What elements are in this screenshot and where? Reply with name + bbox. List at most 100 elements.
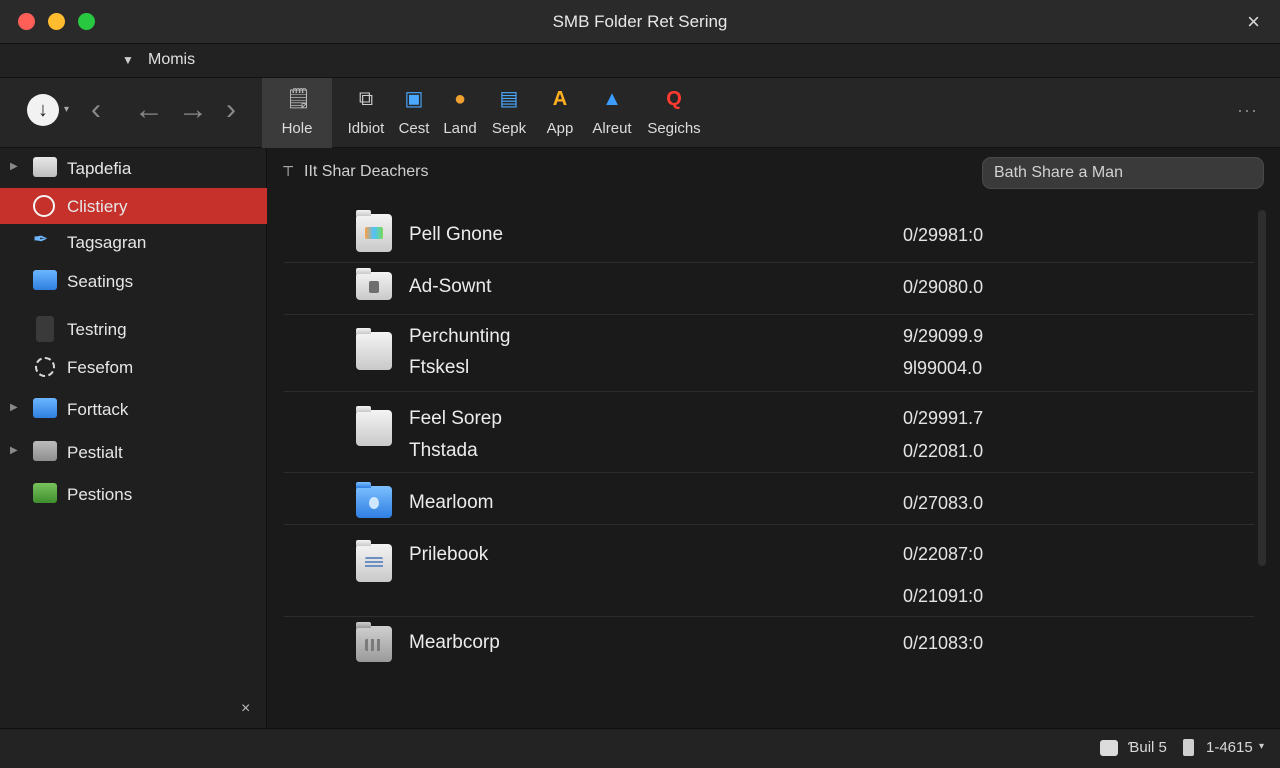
file-name[interactable]: Perchunting xyxy=(409,326,510,348)
sidebar-item-fesefom[interactable]: Fesefom xyxy=(0,349,267,385)
sidebar-item-seatings[interactable]: Seatings xyxy=(0,263,267,299)
close-icon[interactable]: × xyxy=(241,700,250,718)
chevron-down-icon[interactable]: ▾ xyxy=(1259,741,1264,752)
folder-badge xyxy=(365,639,383,651)
folder-icon[interactable] xyxy=(356,622,392,662)
disclosure-icon[interactable]: ▶ xyxy=(10,402,18,413)
sidebar: ▶ Tapdefia Clistiery ✒ Tagsagran Seating… xyxy=(0,148,267,728)
disclosure-icon[interactable]: ▶ xyxy=(10,445,18,456)
back-button[interactable]: ‹ xyxy=(91,90,101,130)
file-value: 9l99004.0 xyxy=(903,358,983,378)
file-name[interactable]: Ad-Sownt xyxy=(409,276,491,298)
close-icon[interactable]: × xyxy=(1247,9,1260,35)
gear-icon xyxy=(35,357,55,377)
location-label[interactable]: Momis xyxy=(148,51,195,69)
back-arrow-button[interactable]: ← xyxy=(134,90,164,130)
folder-tab xyxy=(356,268,371,274)
file-name-secondary[interactable]: Thstada xyxy=(409,440,478,462)
sidebar-item-label: Testring xyxy=(67,320,127,339)
app-store-icon: A xyxy=(552,88,568,110)
globe-icon: ● xyxy=(453,88,467,110)
file-name[interactable]: Pell Gnone xyxy=(409,224,503,246)
folder-tab xyxy=(356,540,371,546)
search-input[interactable] xyxy=(982,157,1264,189)
status-bar: Ɓuil 5 1-4615 ▾ xyxy=(0,728,1280,768)
disk-icon xyxy=(1100,740,1118,756)
file-name[interactable]: Feel Sorep xyxy=(409,408,502,430)
folder-icon xyxy=(33,441,57,461)
folder-icon xyxy=(33,270,57,290)
sidebar-item-pestions[interactable]: Pestions xyxy=(0,476,267,512)
upload-icon: ▲ xyxy=(602,88,622,110)
file-value: 0/22087:0 xyxy=(903,544,984,564)
row-divider xyxy=(284,524,1254,525)
file-name[interactable]: Prilebook xyxy=(409,544,488,566)
tool-alreut-button[interactable]: ▲ Alreut xyxy=(586,78,638,148)
copy-icon: ⧉ xyxy=(358,88,374,110)
tool-app-button[interactable]: A App xyxy=(537,78,583,148)
tool-land-button[interactable]: ● Land xyxy=(438,78,482,148)
sidebar-item-forttack[interactable]: ▶ Forttack xyxy=(0,391,267,427)
folder-badge xyxy=(369,281,379,293)
tool-sepk-button[interactable]: ▤ Sepk xyxy=(486,78,532,148)
tool-idbiot-button[interactable]: ⧉ Idbiot xyxy=(340,78,392,148)
download-icon[interactable]: ↓ xyxy=(27,94,59,126)
folder-icon[interactable] xyxy=(356,268,392,300)
tool-cest-button[interactable]: ▣ Cest xyxy=(393,78,435,148)
folder-icon xyxy=(33,157,57,177)
search-icon: Q xyxy=(666,88,682,110)
folder-icon[interactable] xyxy=(356,406,392,446)
sidebar-item-label: Pestions xyxy=(67,485,133,504)
tool-hole-button[interactable]: 🗒 Hole xyxy=(262,78,332,148)
file-name-secondary[interactable]: Ftskesl xyxy=(409,357,469,379)
note-icon: 🗒 xyxy=(286,88,312,110)
title-bar: SMB Folder Ret Sering × xyxy=(0,0,1280,44)
row-divider xyxy=(284,391,1254,392)
sidebar-item-label: Seatings xyxy=(67,272,134,291)
tool-segichs-button[interactable]: Q Segichs xyxy=(644,78,704,148)
row-divider xyxy=(284,616,1254,617)
document-icon xyxy=(36,316,54,342)
tool-label: Sepk xyxy=(491,120,527,137)
forward-button[interactable]: › xyxy=(226,90,236,130)
folder-tab xyxy=(356,210,371,216)
file-value: 9/29099.9 xyxy=(903,326,984,346)
filter-icon[interactable]: ⊤ xyxy=(282,163,294,180)
vertical-scrollbar[interactable] xyxy=(1258,210,1266,566)
file-value: 0/29080.0 xyxy=(903,277,984,297)
sidebar-item-testring[interactable]: Testring xyxy=(0,311,267,347)
sidebar-item-tapdefia[interactable]: ▶ Tapdefia xyxy=(0,150,267,186)
more-icon[interactable]: ··· xyxy=(1237,100,1258,121)
row-divider xyxy=(284,314,1254,315)
sidebar-item-label: Fesefom xyxy=(67,358,134,377)
file-value: 0/21091:0 xyxy=(903,586,984,606)
tool-label: Alreut xyxy=(592,120,632,137)
folder-tab xyxy=(356,482,371,488)
disclosure-icon[interactable]: ▶ xyxy=(10,161,18,172)
status-disk-label: Ɓuil 5 xyxy=(1128,739,1167,756)
chevron-down-icon[interactable]: ▾ xyxy=(64,104,69,115)
folder-badge xyxy=(365,227,383,239)
sidebar-item-clistiery[interactable]: Clistiery xyxy=(0,188,267,224)
folder-tab xyxy=(356,406,371,412)
folder-icon[interactable] xyxy=(356,210,392,252)
file-value: 0/29981:0 xyxy=(903,225,984,245)
folder-icon[interactable] xyxy=(356,482,392,518)
chevron-down-icon[interactable]: ▼ xyxy=(122,53,134,67)
tool-label: Land xyxy=(443,120,477,137)
folder-icon[interactable] xyxy=(356,540,392,582)
folder-icon[interactable] xyxy=(356,328,392,370)
file-name[interactable]: Mearloom xyxy=(409,492,493,514)
tools-icon: ✒ xyxy=(33,229,49,249)
document-icon: ▤ xyxy=(499,88,519,110)
sidebar-item-label: Pestialt xyxy=(67,443,123,462)
forward-arrow-button[interactable]: → xyxy=(178,90,208,130)
sidebar-item-label: Tapdefia xyxy=(67,159,132,178)
history-icon xyxy=(33,195,55,217)
file-value: 0/29991.7 xyxy=(903,408,984,428)
file-list-pane: ⊤ IIt Shar Deachers Pell Gnone 0/29981:0… xyxy=(268,148,1280,728)
sidebar-item-pestialt[interactable]: ▶ Pestialt xyxy=(0,434,267,470)
folder-tab xyxy=(356,622,371,628)
sidebar-item-tagsagran[interactable]: ✒ Tagsagran xyxy=(0,224,267,260)
file-name[interactable]: Mearbcorp xyxy=(409,632,500,654)
